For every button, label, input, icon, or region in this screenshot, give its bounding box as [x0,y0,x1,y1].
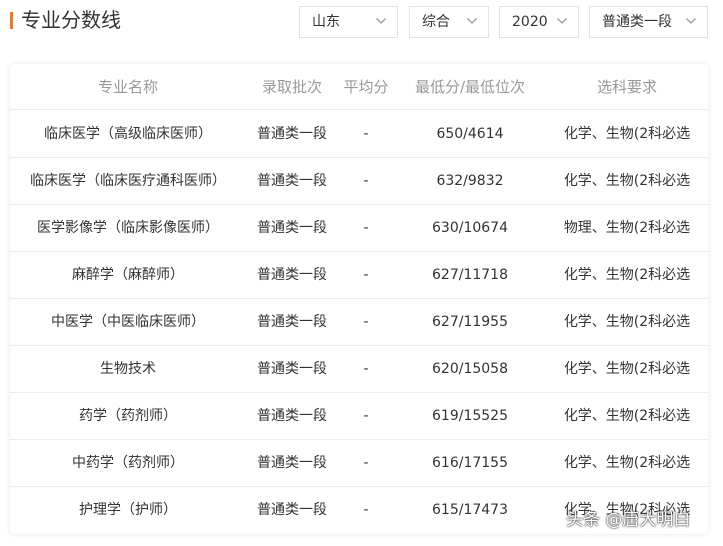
table-row: 麻醉学（麻醉师） 普通类一段 - 627/11718 化学、生物(2科必选 [10,252,708,299]
column-header-major: 专业名称 [97,78,158,96]
province-select-value: 山东 [312,14,340,30]
table-row: 中医学（中医临床医师） 普通类一段 - 627/11955 化学、生物(2科必选 [10,299,708,346]
subject-requirement: 物理、生物(2科必选 [563,220,691,236]
subject-requirement: 化学、生物(2科必选 [563,314,691,330]
column-header-min-score-rank: 最低分/最低位次 [414,78,526,96]
average-score: - [363,173,369,189]
admission-batch: 普通类一段 [257,408,327,424]
subject-requirement: 化学、生物(2科必选 [563,408,691,424]
chevron-down-icon [556,15,568,27]
column-header-subject-requirement: 选科要求 [596,78,657,96]
min-score-rank: 616/17155 [432,455,508,471]
score-table: 专业名称 录取批次 平均分 最低分/最低位次 选科要求 临床医学（高级临床医师）… [10,64,708,534]
category-select[interactable]: 综合 [409,6,489,38]
subject-requirement: 化学、生物(2科必选 [563,455,691,471]
batch-select[interactable]: 普通类一段 [589,6,708,38]
average-score: - [363,408,369,424]
average-score: - [363,455,369,471]
table-row: 生物技术 普通类一段 - 620/15058 化学、生物(2科必选 [10,346,708,393]
table-row: 临床医学（高级临床医师） 普通类一段 - 650/4614 化学、生物(2科必选 [10,111,708,158]
average-score: - [363,314,369,330]
admission-batch: 普通类一段 [257,502,327,518]
category-select-value: 综合 [422,14,450,30]
admission-batch: 普通类一段 [257,126,327,142]
average-score: - [363,267,369,283]
average-score: - [363,220,369,236]
average-score: - [363,502,369,518]
table-header: 专业名称 录取批次 平均分 最低分/最低位次 选科要求 [10,64,708,110]
major-name: 药学（药剂师） [79,408,177,424]
major-name: 临床医学（临床医疗通科医师） [30,173,226,189]
admission-batch: 普通类一段 [257,220,327,236]
subject-requirement: 化学、生物(2科必选 [563,173,691,189]
chevron-down-icon [375,15,387,27]
batch-select-value: 普通类一段 [602,14,672,30]
subject-requirement: 化学、生物(2科必选 [563,267,691,283]
table-row: 医学影像学（临床影像医师） 普通类一段 - 630/10674 物理、生物(2科… [10,205,708,252]
major-name: 医学影像学（临床影像医师） [37,220,219,236]
chevron-down-icon [685,15,697,27]
min-score-rank: 620/15058 [432,361,508,377]
subject-requirement: 化学、生物(2科必选 [563,361,691,377]
average-score: - [363,126,369,142]
admission-batch: 普通类一段 [257,314,327,330]
province-select[interactable]: 山东 [299,6,398,38]
min-score-rank: 632/9832 [436,173,504,189]
title-accent-bar [10,12,13,29]
page-title: 专业分数线 [21,8,121,32]
min-score-rank: 627/11718 [432,267,508,283]
column-header-batch: 录取批次 [261,78,322,96]
min-score-rank: 615/17473 [432,502,508,518]
average-score: - [363,361,369,377]
major-name: 护理学（护师） [79,502,177,518]
watermark: 头条 @唐大明白 [566,510,691,530]
page-header: 专业分数线 山东 综合 2020 普通类一段 [0,0,723,46]
admission-batch: 普通类一段 [257,361,327,377]
min-score-rank: 630/10674 [432,220,508,236]
table-row: 药学（药剂师） 普通类一段 - 619/15525 化学、生物(2科必选 [10,393,708,440]
year-select[interactable]: 2020 [499,6,579,38]
table-row: 临床医学（临床医疗通科医师） 普通类一段 - 632/9832 化学、生物(2科… [10,158,708,205]
admission-batch: 普通类一段 [257,173,327,189]
major-name: 生物技术 [100,361,156,377]
table-row: 中药学（药剂师） 普通类一段 - 616/17155 化学、生物(2科必选 [10,440,708,487]
chevron-down-icon [466,15,478,27]
major-name: 中药学（药剂师） [72,455,184,471]
column-header-average: 平均分 [343,78,389,96]
min-score-rank: 627/11955 [432,314,508,330]
subject-requirement: 化学、生物(2科必选 [563,126,691,142]
min-score-rank: 619/15525 [432,408,508,424]
min-score-rank: 650/4614 [436,126,504,142]
major-name: 临床医学（高级临床医师） [44,126,212,142]
admission-batch: 普通类一段 [257,455,327,471]
admission-batch: 普通类一段 [257,267,327,283]
year-select-value: 2020 [512,14,548,30]
major-name: 麻醉学（麻醉师） [72,267,184,283]
major-name: 中医学（中医临床医师） [51,314,205,330]
